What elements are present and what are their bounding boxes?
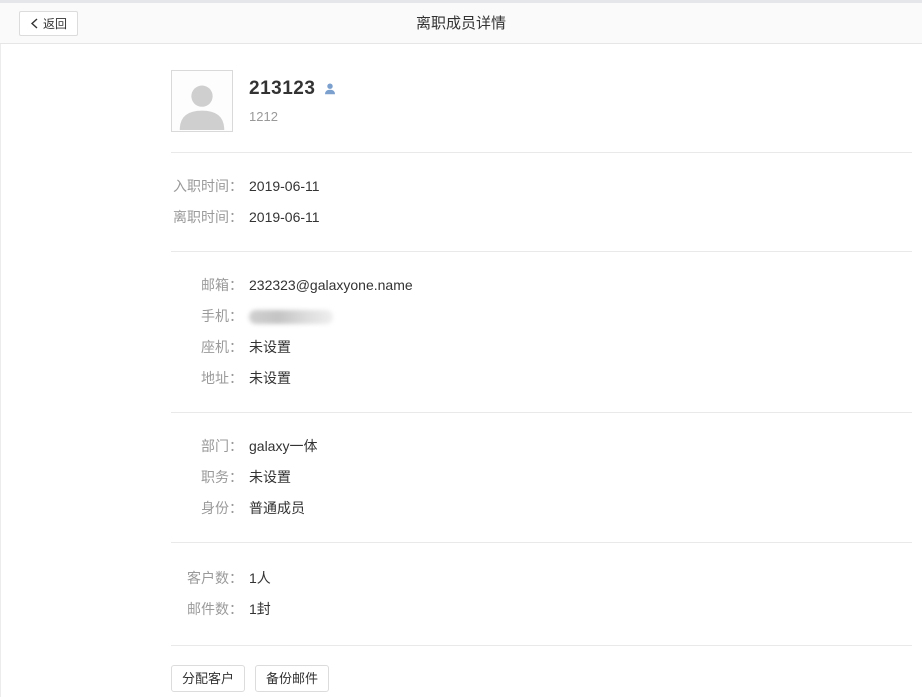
- row-colon: ：: [229, 171, 243, 202]
- row-label: 座机: [171, 332, 229, 363]
- member-name: 213123: [249, 78, 315, 100]
- section-contact-info: 邮箱 ： 232323@galaxyone.name 手机 ： 座机 ： 未设置…: [171, 251, 912, 412]
- row-label: 手机: [171, 301, 229, 332]
- avatar: [171, 70, 233, 132]
- row-label: 客户数: [171, 563, 229, 594]
- detail-row: 邮件数 ： 1封: [171, 594, 912, 625]
- backup-mail-button[interactable]: 备份邮件: [255, 665, 329, 692]
- row-label: 地址: [171, 363, 229, 394]
- row-value: 未设置: [249, 363, 291, 394]
- row-colon: ：: [229, 202, 243, 233]
- row-label: 离职时间: [171, 202, 229, 233]
- row-colon: ：: [229, 301, 243, 332]
- row-value: 普通成员: [249, 493, 305, 524]
- row-colon: ：: [229, 594, 243, 625]
- detail-row: 职务 ： 未设置: [171, 462, 912, 493]
- row-label: 部门: [171, 431, 229, 462]
- detail-row: 座机 ： 未设置: [171, 332, 912, 363]
- row-value: 1人: [249, 563, 271, 594]
- detail-row: 部门 ： galaxy一体: [171, 431, 912, 462]
- detail-row: 地址 ： 未设置: [171, 363, 912, 394]
- section-stats: 客户数 ： 1人 邮件数 ： 1封: [171, 542, 912, 645]
- row-colon: ：: [229, 462, 243, 493]
- redacted-phone-value: [249, 310, 333, 324]
- main-content: 213123 1212 入职时间 ： 2019-06-11 离职时间 ： 201…: [0, 44, 922, 697]
- row-colon: ：: [229, 363, 243, 394]
- row-label: 身份: [171, 493, 229, 524]
- row-value: 未设置: [249, 332, 291, 363]
- row-colon: ：: [229, 270, 243, 301]
- detail-row: 邮箱 ： 232323@galaxyone.name: [171, 270, 912, 301]
- member-person-icon: [323, 82, 337, 96]
- member-alias: 1212: [249, 109, 337, 124]
- page-title: 离职成员详情: [0, 3, 922, 44]
- row-value: 2019-06-11: [249, 171, 320, 202]
- section-org-info: 部门 ： galaxy一体 职务 ： 未设置 身份 ： 普通成员: [171, 412, 912, 542]
- detail-row: 手机 ：: [171, 301, 912, 332]
- assign-customers-button[interactable]: 分配客户: [171, 665, 245, 692]
- section-employment-dates: 入职时间 ： 2019-06-11 离职时间 ： 2019-06-11: [171, 152, 912, 251]
- row-label: 邮件数: [171, 594, 229, 625]
- detail-row: 入职时间 ： 2019-06-11: [171, 171, 912, 202]
- detail-row: 客户数 ： 1人: [171, 563, 912, 594]
- footer-actions: 分配客户备份邮件: [171, 645, 912, 697]
- row-value: 1封: [249, 594, 271, 625]
- header-bar: 返回 离职成员详情: [0, 3, 922, 44]
- row-label: 职务: [171, 462, 229, 493]
- row-colon: ：: [229, 563, 243, 594]
- profile-block: 213123 1212: [171, 44, 912, 152]
- row-label: 入职时间: [171, 171, 229, 202]
- row-colon: ：: [229, 332, 243, 363]
- row-value: 未设置: [249, 462, 291, 493]
- row-value: galaxy一体: [249, 431, 317, 462]
- row-colon: ：: [229, 493, 243, 524]
- row-value: 2019-06-11: [249, 202, 320, 233]
- detail-sections: 入职时间 ： 2019-06-11 离职时间 ： 2019-06-11 邮箱 ：…: [171, 152, 912, 645]
- detail-row: 身份 ： 普通成员: [171, 493, 912, 524]
- row-label: 邮箱: [171, 270, 229, 301]
- row-value: 232323@galaxyone.name: [249, 270, 413, 301]
- detail-row: 离职时间 ： 2019-06-11: [171, 202, 912, 233]
- person-placeholder-icon: [172, 71, 232, 131]
- row-colon: ：: [229, 431, 243, 462]
